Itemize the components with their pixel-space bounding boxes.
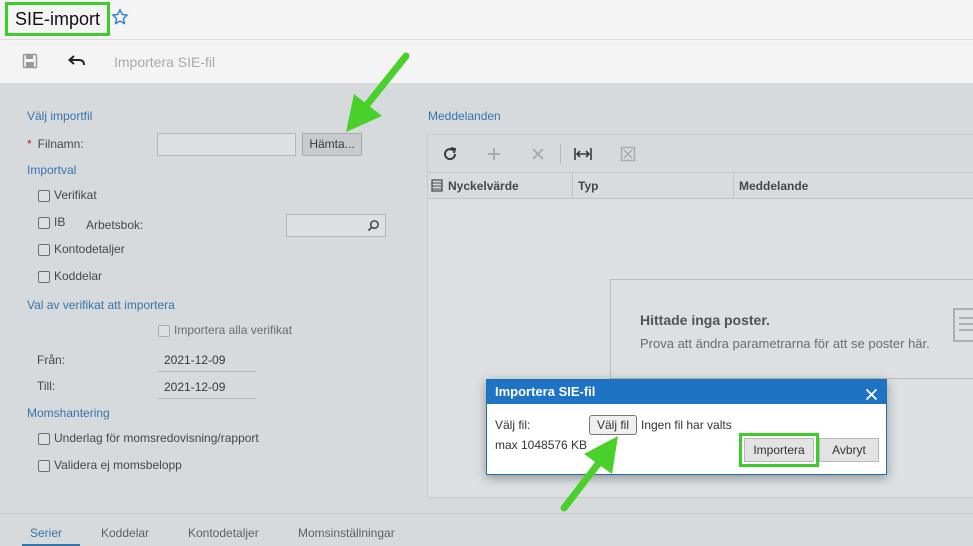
page-title: SIE-import bbox=[5, 2, 111, 36]
star-icon[interactable] bbox=[111, 8, 129, 29]
title-bar: SIE-import bbox=[0, 0, 973, 40]
import-sie-toolbar-button[interactable]: Importera SIE-fil bbox=[114, 54, 215, 70]
save-icon[interactable] bbox=[22, 53, 38, 72]
close-icon[interactable] bbox=[865, 385, 878, 409]
import-button[interactable]: Importera bbox=[744, 438, 814, 462]
toolbar: Importera SIE-fil bbox=[0, 41, 973, 83]
cancel-button[interactable]: Avbryt bbox=[819, 438, 879, 462]
choose-file-label: Välj fil: bbox=[495, 418, 531, 432]
undo-icon[interactable] bbox=[67, 53, 86, 72]
no-file-text: Ingen fil har valts bbox=[641, 418, 732, 432]
modal-overlay bbox=[0, 83, 973, 546]
arrow-to-choose-file-icon bbox=[560, 436, 618, 512]
arrow-to-fetch-icon bbox=[346, 52, 410, 132]
import-dialog: Importera SIE-fil Välj fil: Välj fil Ing… bbox=[486, 379, 887, 475]
dialog-header: Importera SIE-fil bbox=[487, 380, 886, 404]
dialog-title: Importera SIE-fil bbox=[495, 384, 596, 399]
